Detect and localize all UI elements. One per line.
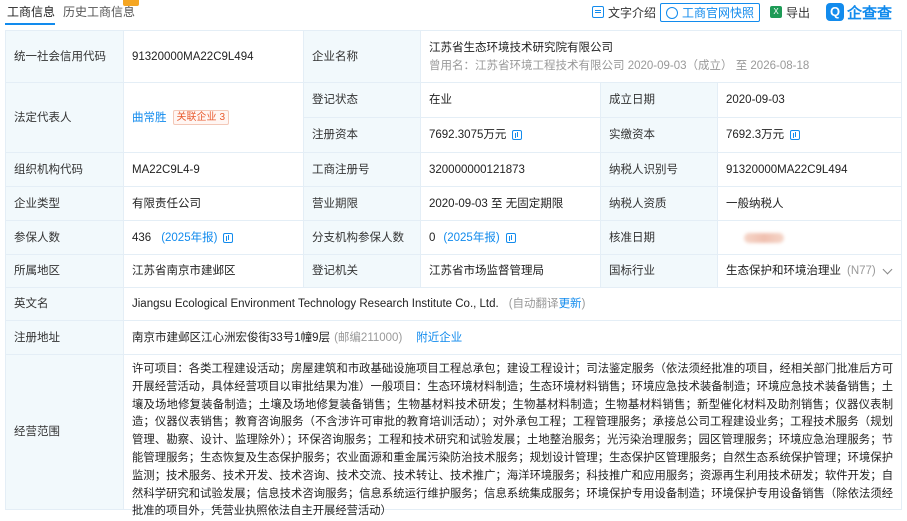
paid-capital-label: 实缴资本 [601,118,718,153]
credit-code-label: 统一社会信用代码 [6,31,124,83]
auto-translate-note: (自动翻译 [508,298,559,310]
active-tab-indicator [5,23,55,25]
legal-rep-cell: 曲常胜 关联企业 3 [124,83,304,153]
tab-business-info[interactable]: 工商信息 [7,5,55,19]
export-label: 导出 [786,5,811,20]
company-name-label: 企业名称 [304,31,421,83]
biz-term-label: 营业期限 [304,187,421,221]
english-name-cell: Jiangsu Ecological Environment Technolog… [124,288,902,321]
industry-cell[interactable]: 生态保护和环境治理业 (N77) [718,255,902,288]
nearby-companies-link[interactable]: 附近企业 [416,329,462,347]
reg-address-value: 南京市建邺区江心洲宏俊街33号1幢9层 [132,331,331,344]
branch-insured-annual-report-link[interactable]: (2025年报) [443,229,499,247]
reg-capital-value: 7692.3075万元 [429,129,507,141]
insured-cell: 436 (2025年报) [124,221,304,255]
est-date-value: 2020-09-03 [718,83,902,118]
org-code-label: 组织机构代码 [6,153,124,187]
paid-capital-value: 7692.3万元 [726,129,785,141]
chart-icon[interactable] [505,232,516,243]
company-name-value: 江苏省生态环境技术研究院有限公司 [429,41,613,54]
postcode: (邮编211000) [334,331,403,344]
tab-history-business-info[interactable]: 历史工商信息 [63,5,135,19]
insured-value: 436 [132,231,152,244]
industry-code: (N77) [847,265,876,277]
official-snapshot-button[interactable]: 工商官网快照 [660,3,761,22]
export-button[interactable]: X 导出 [770,3,810,21]
region-label: 所属地区 [6,255,124,288]
new-badge [123,0,139,6]
former-name: 曾用名：江苏省环境工程技术有限公司 2020-09-03（成立） 至 2026-… [429,59,810,72]
credit-code-value: 91320000MA22C9L494 [124,31,304,83]
reg-address-cell: 南京市建邺区江心洲宏俊街33号1幢9层 (邮编211000) 附近企业 [124,321,902,355]
legal-rep-label: 法定代表人 [6,83,124,153]
biz-reg-no-label: 工商注册号 [304,153,421,187]
biz-term-value: 2020-09-03 至 无固定期限 [421,187,601,221]
branch-insured-value: 0 [429,231,436,244]
insured-label: 参保人数 [6,221,124,255]
chart-icon[interactable] [512,130,523,140]
biz-reg-no-value: 320000000121873 [421,153,601,187]
company-name-cell: 江苏省生态环境技术研究院有限公司 曾用名：江苏省环境工程技术有限公司 2020-… [421,31,902,83]
chart-icon[interactable] [223,232,234,243]
official-snapshot-label: 工商官网快照 [682,6,755,20]
biz-scope-label: 经营范围 [6,355,124,509]
qcc-logo-text: 企查查 [847,4,893,22]
related-companies-count: 3 [219,112,226,123]
chevron-down-icon[interactable] [882,264,893,274]
globe-icon [666,6,678,19]
insured-annual-report-link[interactable]: (2025年报) [161,229,217,247]
taxpayer-id-value: 91320000MA22C9L494 [718,153,902,187]
reg-status-label: 登记状态 [304,83,421,118]
reg-authority-value: 江苏省市场监督管理局 [421,255,601,288]
qcc-logo-icon: Q [826,3,844,21]
english-name-value: Jiangsu Ecological Environment Technolog… [132,298,499,310]
industry-label: 国标行业 [601,255,718,288]
region-value: 江苏省南京市建邺区 [124,255,304,288]
org-code-value: MA22C9L4-9 [124,153,304,187]
auto-translate-note-end: ) [581,298,586,310]
text-intro-label: 文字介绍 [608,5,657,20]
company-type-label: 企业类型 [6,187,124,221]
reg-authority-label: 登记机关 [304,255,421,288]
legal-rep-name-link[interactable]: 曲常胜 [132,109,167,127]
approval-date-value [718,221,902,255]
reg-address-label: 注册地址 [6,321,124,355]
qichacha-logo: Q 企查查 [826,1,892,23]
text-doc-icon [592,6,604,18]
company-type-value: 有限责任公司 [124,187,304,221]
blurred-value [744,232,784,243]
reg-capital-label: 注册资本 [304,118,421,153]
branch-insured-label: 分支机构参保人数 [304,221,421,255]
est-date-label: 成立日期 [601,83,718,118]
industry-value: 生态保护和环境治理业 [726,265,841,277]
reg-capital-cell: 7692.3075万元 [421,118,601,153]
english-name-label: 英文名 [6,288,124,321]
text-intro-button[interactable]: 文字介绍 [592,3,656,21]
related-companies-label: 关联企业 [176,112,217,123]
reg-status-value: 在业 [421,83,601,118]
taxpayer-qual-value: 一般纳税人 [718,187,902,221]
branch-insured-cell: 0 (2025年报) [421,221,601,255]
paid-capital-cell: 7692.3万元 [718,118,902,153]
biz-scope-value: 许可项目：各类工程建设活动；房屋建筑和市政基础设施项目工程总承包；建设工程设计；… [124,355,902,517]
update-translation-link[interactable]: 更新 [559,295,582,313]
excel-icon: X [770,6,782,18]
taxpayer-id-label: 纳税人识别号 [601,153,718,187]
top-bar: 工商信息 历史工商信息 文字介绍 工商官网快照 X 导出 Q 企查查 [0,0,907,26]
chart-icon[interactable] [790,130,801,140]
business-info-table: 统一社会信用代码 91320000MA22C9L494 企业名称 江苏省生态环境… [5,30,902,517]
taxpayer-qual-label: 纳税人资质 [601,187,718,221]
related-companies-tag[interactable]: 关联企业 3 [172,110,230,125]
approval-date-label: 核准日期 [601,221,718,255]
